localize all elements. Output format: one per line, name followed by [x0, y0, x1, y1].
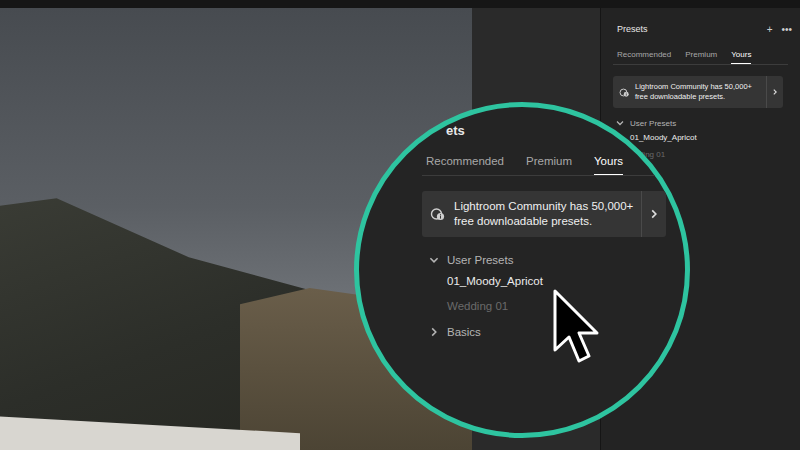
- banner-line: free downloadable presets.: [635, 92, 766, 102]
- banner-line: Lightroom Community has 50,000+: [454, 199, 641, 214]
- preset-group[interactable]: Basics: [422, 323, 678, 341]
- preset-tab[interactable]: Premium: [526, 155, 572, 175]
- chevron-right-icon: [648, 208, 660, 220]
- chevron-right-icon: [428, 326, 440, 338]
- cursor-icon: [552, 288, 600, 366]
- panel-title: ets: [446, 123, 678, 138]
- chevron-down-icon: [615, 118, 625, 128]
- banner-line: free downloadable presets.: [454, 214, 641, 229]
- preset-item[interactable]: 01_Moody_Apricot: [630, 129, 800, 146]
- panel-title: Presets: [617, 24, 758, 34]
- preset-tabs: Recommended Premium Yours: [613, 50, 788, 65]
- preset-tab[interactable]: Premium: [685, 50, 717, 64]
- preset-group[interactable]: User Presets: [601, 117, 800, 129]
- banner-text: Lightroom Community has 50,000+free down…: [454, 199, 641, 229]
- chevron-down-icon: [428, 254, 440, 266]
- group-label: Basics: [447, 326, 481, 338]
- community-banner[interactable]: Lightroom Community has 50,000+free down…: [613, 76, 783, 108]
- preset-tab[interactable]: Yours: [594, 155, 623, 175]
- more-button[interactable]: •••: [781, 24, 792, 35]
- preset-tabs: Recommended Premium Yours: [422, 155, 678, 176]
- group-label: User Presets: [630, 119, 676, 128]
- presets-content: Presets + ••• Recommended Premium Yours Lightr…: [601, 8, 800, 163]
- preset-tab[interactable]: Recommended: [426, 155, 504, 175]
- panel-header: ets: [422, 119, 678, 141]
- magnifier: ets Recommended Premium Yours Lightroom Comm…: [354, 102, 690, 438]
- preset-group[interactable]: User Presets: [422, 251, 678, 269]
- panel-header: Presets + •••: [601, 22, 800, 36]
- community-icon: [619, 87, 630, 98]
- preset-item[interactable]: 01_Moody_Apricot: [447, 269, 678, 294]
- top-bar: [0, 0, 800, 8]
- community-icon: [430, 206, 446, 222]
- community-banner[interactable]: Lightroom Community has 50,000+free down…: [422, 191, 666, 237]
- chevron-right-icon: [771, 88, 779, 96]
- preset-tab[interactable]: Recommended: [617, 50, 671, 64]
- group-label: User Presets: [447, 254, 513, 266]
- banner-line: Lightroom Community has 50,000+: [635, 82, 766, 92]
- banner-text: Lightroom Community has 50,000+free down…: [635, 82, 766, 102]
- magnified-presets: ets Recommended Premium Yours Lightroom Comm…: [422, 119, 678, 341]
- preset-list: 01_Moody_ApricotWedding 01: [422, 269, 678, 319]
- preset-tab[interactable]: Yours: [731, 50, 751, 64]
- add-button[interactable]: +: [767, 24, 773, 35]
